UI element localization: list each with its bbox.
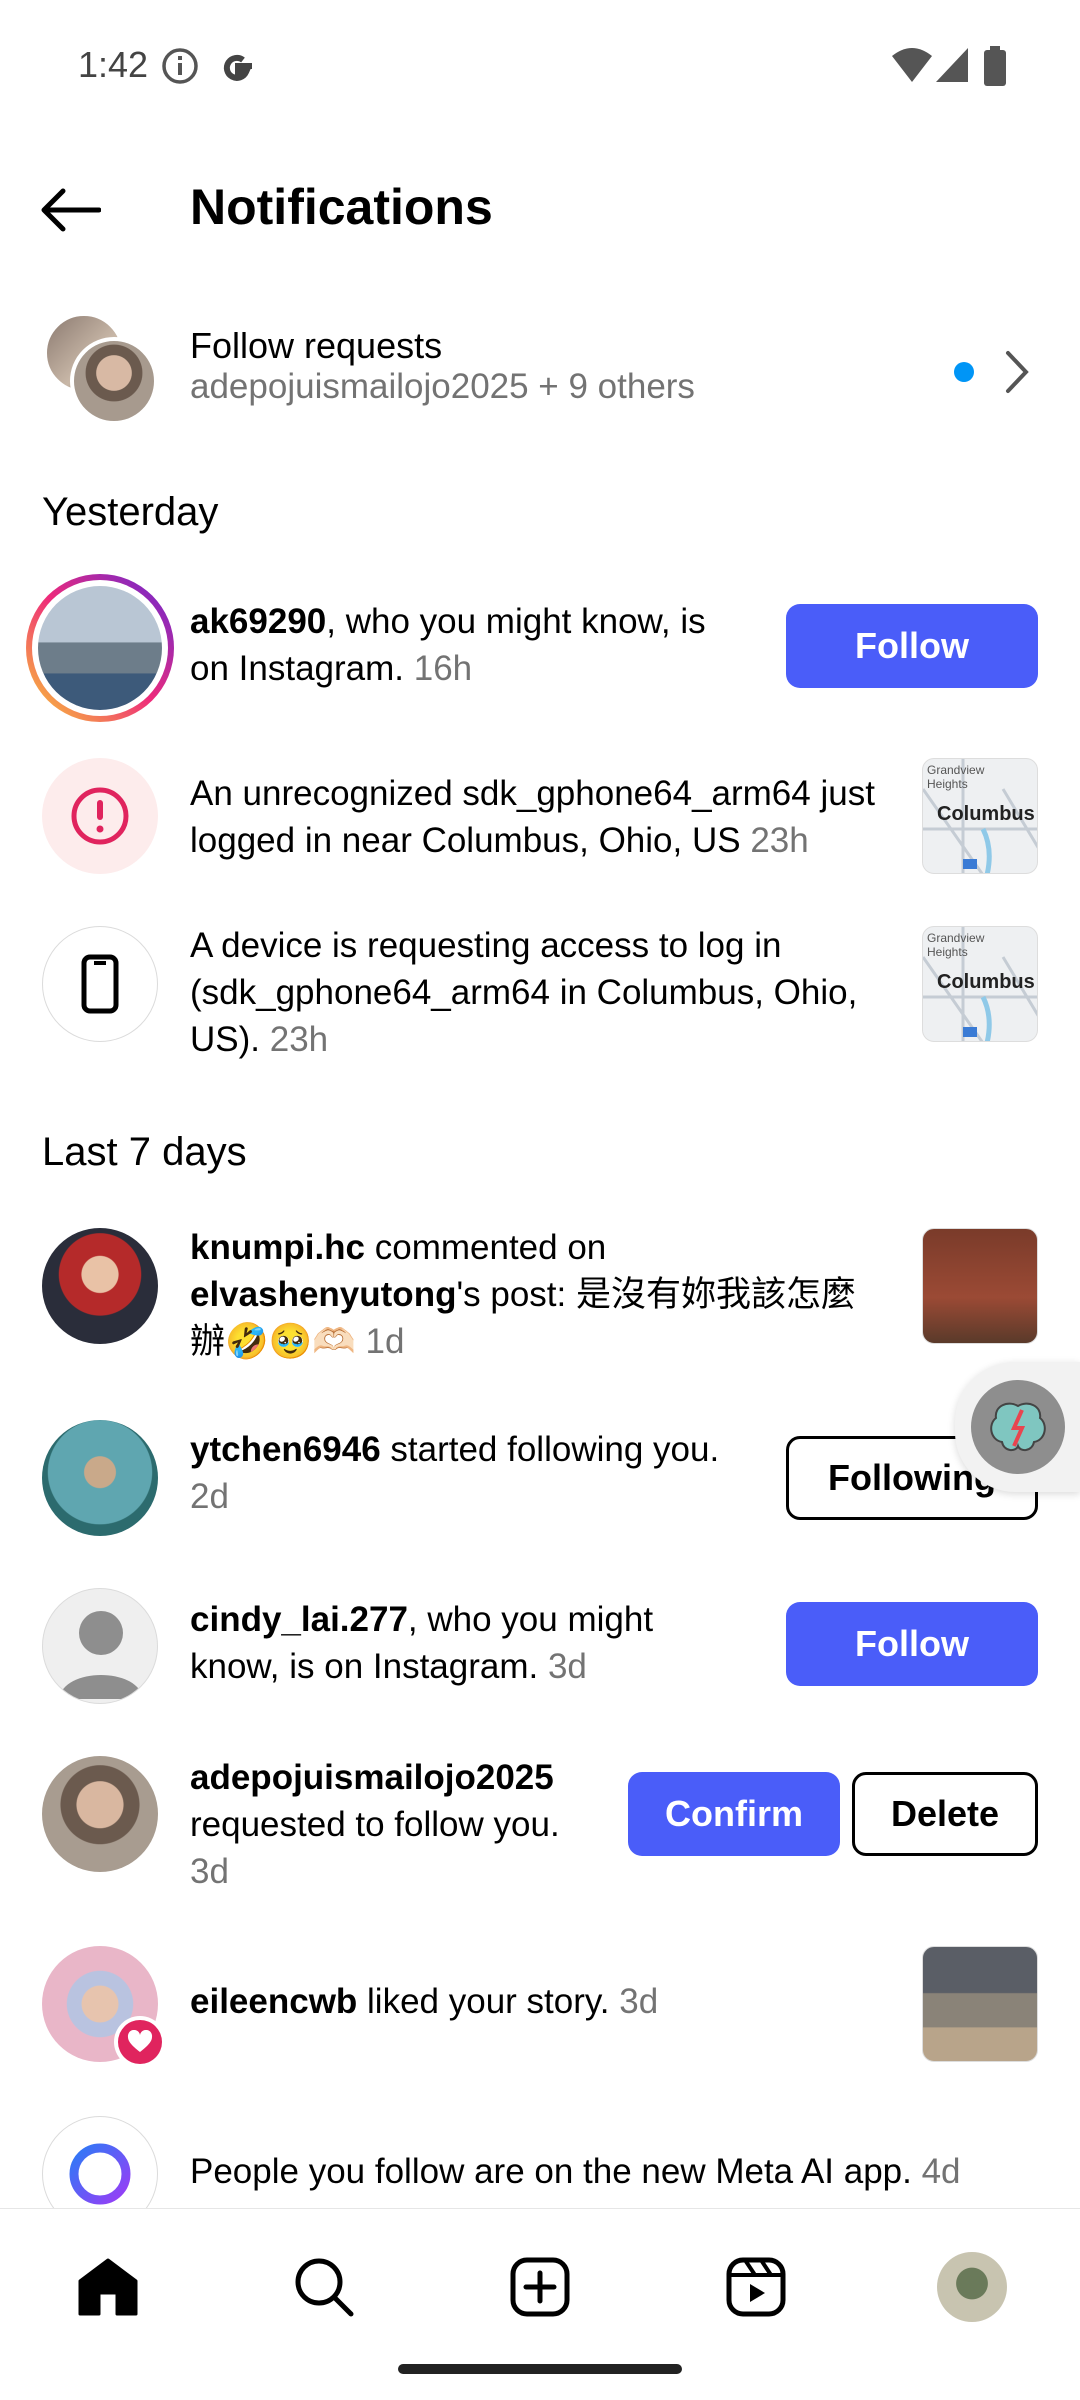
nav-home[interactable] xyxy=(68,2247,148,2327)
battery-icon xyxy=(984,46,1006,86)
username[interactable]: adepojuismailojo2025 xyxy=(190,1758,554,1797)
story-thumbnail[interactable] xyxy=(922,1946,1038,2062)
username[interactable]: knumpi.hc xyxy=(190,1228,365,1267)
home-indicator[interactable] xyxy=(398,2364,682,2374)
username[interactable]: eileencwb xyxy=(190,1982,357,2021)
follow-request-avatar xyxy=(70,337,158,425)
info-icon xyxy=(162,48,198,84)
notification-message: liked your story. xyxy=(357,1982,610,2021)
map-label: Columbus xyxy=(937,803,1035,825)
notification-text: People you follow are on the new Meta AI… xyxy=(190,2148,1040,2195)
notification-message: started following you. xyxy=(380,1430,720,1469)
person-icon xyxy=(59,1611,143,1699)
notification-time: 4d xyxy=(921,2152,961,2191)
device-avatar xyxy=(42,926,158,1042)
delete-button[interactable]: Delete xyxy=(852,1772,1038,1856)
map-small-label: Grandview Heights xyxy=(927,763,985,791)
notification-text: knumpi.hc commented on elvashenyutong's … xyxy=(190,1224,890,1365)
back-button[interactable] xyxy=(30,180,110,240)
notification-login-alert[interactable]: An unrecognized sdk_gphone64_arm64 just … xyxy=(0,756,1080,876)
default-avatar[interactable] xyxy=(42,1588,158,1704)
section-heading-last-7-days: Last 7 days xyxy=(42,1130,247,1174)
floating-assistant-bubble[interactable] xyxy=(955,1362,1080,1492)
notification-time: 23h xyxy=(269,1020,329,1059)
map-label: Columbus xyxy=(937,971,1035,993)
username[interactable]: ytchen6946 xyxy=(190,1430,381,1469)
follow-requests-row[interactable]: Follow requests adepojuismailojo2025 + 9… xyxy=(0,305,1080,435)
google-icon xyxy=(223,54,252,81)
alert-avatar xyxy=(42,758,158,874)
notification-time: 2d xyxy=(190,1477,229,1516)
notification-suggested-user[interactable]: ak69290, who you might know, is on Insta… xyxy=(0,572,1080,722)
heart-badge xyxy=(114,2016,166,2068)
story-ring[interactable] xyxy=(26,574,174,722)
create-icon xyxy=(510,2257,570,2317)
page-title: Notifications xyxy=(190,179,493,235)
follow-button[interactable]: Follow xyxy=(786,1602,1038,1686)
avatar xyxy=(38,586,162,710)
home-icon xyxy=(78,2258,138,2316)
notification-message: requested to follow you. xyxy=(190,1805,560,1844)
meta-ai-icon xyxy=(69,2143,131,2205)
meta-ai-avatar xyxy=(42,2116,158,2208)
status-bar: 1:42 xyxy=(0,0,1080,120)
notification-text: adepojuismailojo2025 requested to follow… xyxy=(190,1754,620,1895)
phone-icon xyxy=(81,954,119,1014)
nav-create[interactable] xyxy=(500,2247,580,2327)
post-thumbnail[interactable] xyxy=(922,1228,1038,1344)
brain-icon xyxy=(971,1380,1065,1474)
notification-follow-request[interactable]: adepojuismailojo2025 requested to follow… xyxy=(0,1754,1080,1904)
header: Notifications xyxy=(0,150,1080,270)
notification-meta-ai[interactable]: People you follow are on the new Meta AI… xyxy=(0,2116,1080,2208)
notification-comment[interactable]: knumpi.hc commented on elvashenyutong's … xyxy=(0,1224,1080,1374)
nav-profile[interactable] xyxy=(932,2247,1012,2327)
notification-text: ytchen6946 started following you. 2d xyxy=(190,1426,770,1520)
signal-icon xyxy=(936,48,968,82)
notification-message: People you follow are on the new Meta AI… xyxy=(190,2152,912,2191)
map-thumbnail[interactable]: Grandview Heights Columbus xyxy=(922,926,1038,1042)
search-icon xyxy=(295,2258,354,2317)
chevron-right-icon xyxy=(1006,351,1029,393)
status-time: 1:42 xyxy=(78,44,149,85)
notification-new-follower[interactable]: ytchen6946 started following you. 2d Fol… xyxy=(0,1418,1080,1538)
heart-icon xyxy=(127,2030,153,2052)
follow-requests-title: Follow requests xyxy=(190,325,443,366)
notification-time: 23h xyxy=(750,821,809,860)
nav-reels[interactable] xyxy=(716,2247,796,2327)
username[interactable]: elvashenyutong xyxy=(190,1275,456,1314)
section-heading-yesterday: Yesterday xyxy=(42,490,219,534)
username[interactable]: cindy_lai.277 xyxy=(190,1600,408,1639)
notification-time: 3d xyxy=(190,1852,229,1891)
profile-avatar xyxy=(937,2252,1007,2322)
username[interactable]: ak69290 xyxy=(190,602,326,641)
notification-text: A device is requesting access to log in … xyxy=(190,922,890,1063)
avatar[interactable] xyxy=(42,1756,158,1872)
notification-message: commented on xyxy=(365,1228,607,1267)
notification-text: eileencwb liked your story. 3d xyxy=(190,1978,890,2025)
notification-device-request[interactable]: A device is requesting access to log in … xyxy=(0,922,1080,1072)
follow-requests-subtitle: adepojuismailojo2025 + 9 others xyxy=(190,367,695,406)
reels-icon xyxy=(726,2257,786,2317)
map-thumbnail[interactable]: Grandview Heights Columbus xyxy=(922,758,1038,874)
map-small-label: Grandview Heights xyxy=(927,931,985,959)
notification-text: An unrecognized sdk_gphone64_arm64 just … xyxy=(190,770,900,864)
avatar[interactable] xyxy=(42,1228,158,1344)
notification-suggested-user[interactable]: cindy_lai.277, who you might know, is on… xyxy=(0,1588,1080,1708)
follow-button[interactable]: Follow xyxy=(786,604,1038,688)
alert-icon xyxy=(71,787,129,845)
notification-time: 1d xyxy=(365,1322,405,1361)
avatar[interactable] xyxy=(42,1420,158,1536)
notification-time: 3d xyxy=(619,1982,659,2021)
notifications-page: 1:42 Notifications Follow requests adepo… xyxy=(0,0,1080,2400)
notification-time: 3d xyxy=(547,1647,587,1686)
unread-dot xyxy=(954,362,974,382)
notification-text: ak69290, who you might know, is on Insta… xyxy=(190,598,750,692)
nav-search[interactable] xyxy=(284,2247,364,2327)
back-arrow-icon xyxy=(41,188,101,232)
notification-story-like[interactable]: eileencwb liked your story. 3d xyxy=(0,1946,1080,2068)
wifi-icon xyxy=(892,48,932,82)
confirm-button[interactable]: Confirm xyxy=(628,1772,840,1856)
notification-text: cindy_lai.277, who you might know, is on… xyxy=(190,1596,710,1690)
notification-time: 16h xyxy=(413,649,473,688)
